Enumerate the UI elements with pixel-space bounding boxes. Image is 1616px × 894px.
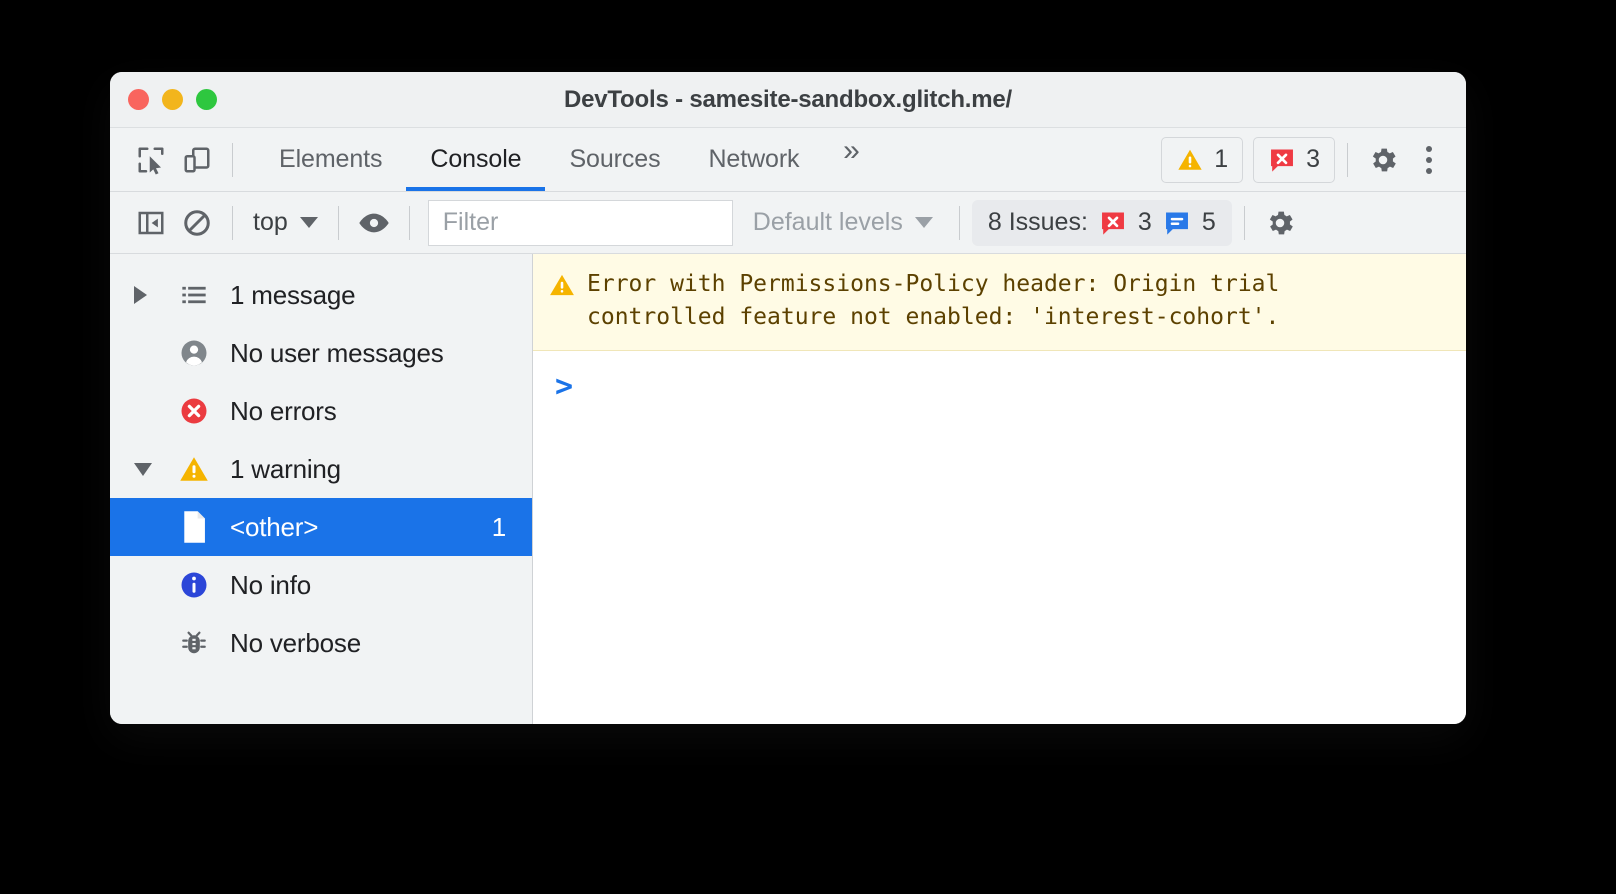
sidebar-item-label: No errors <box>230 395 337 426</box>
console-sidebar-toggle-icon[interactable] <box>128 200 174 246</box>
info-icon <box>168 570 220 600</box>
screen: DevTools - samesite-sandbox.glitch.me/ E… <box>0 0 1616 894</box>
devtools-tabbar: Elements Console Sources Network » 1 3 <box>110 128 1466 192</box>
tab-network[interactable]: Network <box>684 128 823 191</box>
console-prompt[interactable]: > <box>533 351 1466 407</box>
tab-console[interactable]: Console <box>406 128 546 191</box>
list-icon <box>168 281 220 309</box>
sidebar-item-verbose[interactable]: No verbose <box>110 614 532 672</box>
issues-bar[interactable]: 8 Issues: 3 5 <box>971 199 1232 246</box>
tabbar-divider <box>232 142 233 177</box>
inspect-element-icon[interactable] <box>128 137 174 183</box>
console-warning-text: Error with Permissions-Policy header: Or… <box>587 271 1280 330</box>
file-icon <box>168 510 220 544</box>
issues-error-count: 3 <box>1137 208 1152 236</box>
window-titlebar: DevTools - samesite-sandbox.glitch.me/ <box>110 72 1466 128</box>
device-toolbar-icon[interactable] <box>174 137 220 183</box>
live-expression-icon[interactable] <box>351 200 397 246</box>
tab-sources-label: Sources <box>569 145 661 173</box>
chevron-down-icon <box>914 217 933 228</box>
gear-icon[interactable] <box>1360 137 1406 183</box>
console-toolbar-divider-1 <box>232 205 233 240</box>
tab-elements[interactable]: Elements <box>255 128 406 191</box>
devtools-window: DevTools - samesite-sandbox.glitch.me/ E… <box>110 72 1466 724</box>
sidebar-item-label: 1 message <box>230 279 356 310</box>
info-message-icon <box>1165 212 1188 235</box>
filter-placeholder: Filter <box>442 208 499 236</box>
console-output: Error with Permissions-Policy header: Or… <box>533 254 1466 724</box>
collapse-arrow-icon[interactable] <box>134 462 168 476</box>
sidebar-item-warnings[interactable]: 1 warning <box>110 440 532 498</box>
tab-elements-label: Elements <box>279 145 383 173</box>
close-window-button[interactable] <box>128 89 149 110</box>
error-icon <box>1101 212 1124 235</box>
issues-info-count: 5 <box>1201 208 1216 236</box>
console-toolbar-divider-2 <box>337 205 339 240</box>
bug-icon <box>168 629 220 657</box>
gear-icon[interactable] <box>1257 200 1303 246</box>
expand-arrow-icon[interactable] <box>134 286 168 304</box>
error-icon <box>168 396 220 426</box>
execution-context-label: top <box>253 208 288 236</box>
error-icon <box>1271 149 1294 172</box>
sidebar-item-messages[interactable]: 1 message <box>110 266 532 324</box>
tab-network-label: Network <box>708 145 800 173</box>
kebab-menu-icon[interactable] <box>1406 137 1452 183</box>
sidebar-item-errors[interactable]: No errors <box>110 382 532 440</box>
warning-icon <box>549 272 575 308</box>
sidebar-item-label: No verbose <box>230 627 361 658</box>
console-warning-message[interactable]: Error with Permissions-Policy header: Or… <box>533 254 1466 351</box>
console-toolbar-divider-3 <box>408 205 410 240</box>
sidebar-item-label: No info <box>230 569 311 600</box>
panel-tabs: Elements Console Sources Network » <box>255 128 879 191</box>
sidebar-item-label: No user messages <box>230 337 444 368</box>
sidebar-item-user-messages[interactable]: No user messages <box>110 324 532 382</box>
console-sidebar: 1 message No user messages No errors 1 w… <box>110 254 533 724</box>
chevron-down-icon <box>299 217 318 228</box>
more-tabs-label: » <box>843 134 860 167</box>
sidebar-item-count: 1 <box>491 511 506 542</box>
sidebar-item-label: 1 warning <box>230 453 341 484</box>
user-icon <box>168 338 220 368</box>
filter-input[interactable]: Filter <box>427 199 733 246</box>
more-tabs-icon[interactable]: » <box>823 128 879 174</box>
warning-icon <box>1178 149 1202 170</box>
sidebar-item-info[interactable]: No info <box>110 556 532 614</box>
tab-console-label: Console <box>430 145 522 173</box>
sidebar-item-label: <other> <box>230 511 319 542</box>
minimize-window-button[interactable] <box>162 89 183 110</box>
sidebar-item-other[interactable]: <other> 1 <box>110 498 532 556</box>
execution-context-selector[interactable]: top <box>245 208 326 237</box>
tabbar-divider-right <box>1347 142 1348 177</box>
warning-count-value: 1 <box>1214 145 1229 173</box>
console-toolbar: top Filter Default levels 8 Issues: 3 5 <box>110 192 1466 254</box>
error-count-value: 3 <box>1306 145 1320 173</box>
error-count-badge[interactable]: 3 <box>1253 136 1335 183</box>
window-title: DevTools - samesite-sandbox.glitch.me/ <box>563 85 1013 113</box>
warning-icon <box>168 454 220 484</box>
issues-label: 8 Issues: <box>987 208 1088 236</box>
log-levels-selector[interactable]: Default levels <box>739 208 947 237</box>
warning-count-badge[interactable]: 1 <box>1161 136 1244 183</box>
tab-sources[interactable]: Sources <box>545 128 684 191</box>
console-toolbar-divider-5 <box>1243 205 1245 240</box>
log-levels-label: Default levels <box>752 208 903 236</box>
console-toolbar-divider-4 <box>958 205 960 240</box>
clear-console-icon[interactable] <box>174 200 220 246</box>
console-body: 1 message No user messages No errors 1 w… <box>110 254 1466 724</box>
maximize-window-button[interactable] <box>196 89 217 110</box>
prompt-chevron-icon: > <box>555 368 574 404</box>
traffic-lights <box>128 89 217 110</box>
